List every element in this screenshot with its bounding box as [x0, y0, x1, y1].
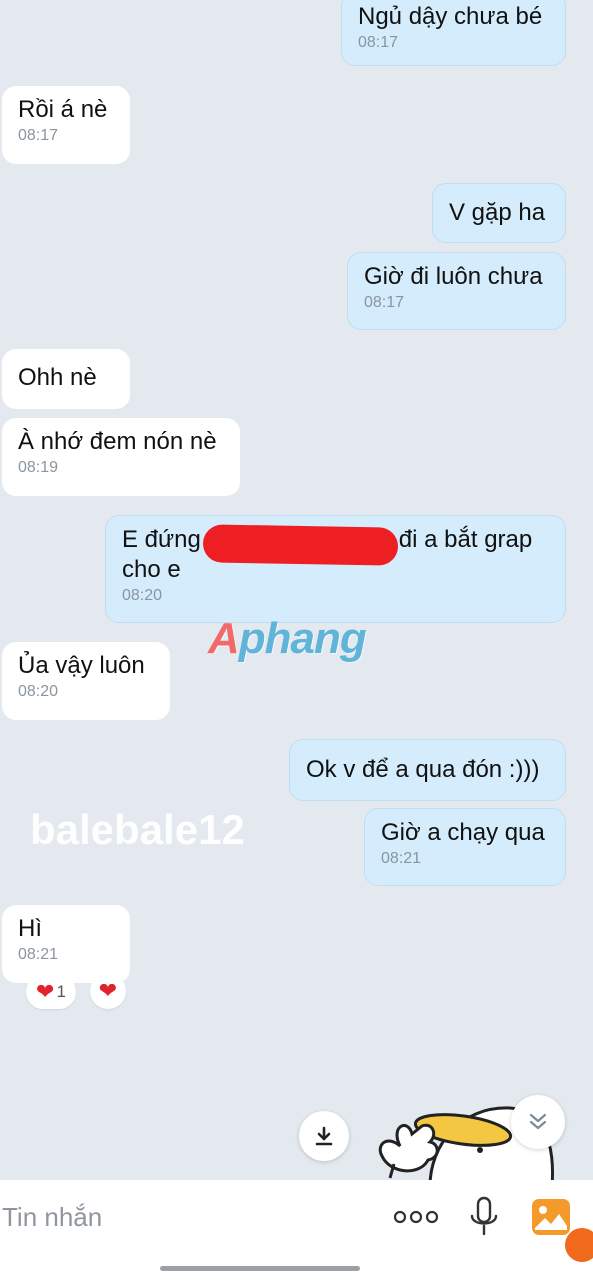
heart-icon: ❤: [98, 978, 118, 1003]
reaction-count: 1: [56, 982, 66, 1001]
message-bubble-incoming[interactable]: Ohh nè: [2, 349, 130, 409]
chevron-down-double-icon: [529, 1113, 547, 1130]
message-bubble-outgoing[interactable]: V gặp ha: [432, 183, 566, 243]
message-text-before: E đứng: [122, 526, 201, 553]
add-reaction-button[interactable]: ❤: [90, 973, 126, 1009]
download-icon: [315, 1126, 333, 1146]
microphone-icon[interactable]: [468, 1196, 500, 1238]
message-time: 08:19: [18, 459, 59, 476]
floating-badge: [565, 1228, 593, 1262]
message-time: 08:17: [358, 34, 399, 51]
message-bubble-incoming[interactable]: Ủa vậy luôn 08:20: [2, 642, 170, 720]
more-dots-icon[interactable]: [392, 1208, 440, 1226]
message-text: À nhớ đem nón nè: [18, 428, 217, 455]
watermark-username: balebale12: [30, 806, 245, 853]
message-bubble-outgoing[interactable]: Giờ đi luôn chưa 08:17: [347, 252, 566, 330]
download-button[interactable]: [299, 1111, 349, 1161]
message-bubble-outgoing[interactable]: Giờ a chạy qua 08:21: [364, 808, 566, 886]
message-bubble-incoming[interactable]: Rồi á nè 08:17: [2, 86, 130, 164]
message-text: Rồi á nè: [18, 96, 108, 123]
watermark-logo-first: A: [208, 614, 240, 663]
watermark-logo: Aphang: [208, 614, 367, 664]
message-bubble-incoming[interactable]: À nhớ đem nón nè 08:19: [2, 418, 240, 496]
message-time: 08:20: [18, 683, 59, 700]
message-text: Giờ a chạy qua: [381, 819, 545, 846]
message-time: 08:21: [18, 946, 59, 963]
message-text: V gặp ha: [449, 199, 546, 226]
message-text: Giờ đi luôn chưa: [364, 263, 543, 290]
scroll-to-bottom-button[interactable]: [511, 1095, 565, 1149]
message-text: Ok v để a qua đón :))): [306, 756, 540, 783]
redaction-mark: [202, 524, 399, 566]
message-input[interactable]: Tin nhắn: [2, 1202, 102, 1233]
message-time: 08:21: [381, 850, 422, 867]
message-text-after: đi a bắt grap: [398, 526, 533, 553]
reaction-summary[interactable]: ❤ 1: [26, 975, 76, 1009]
message-text: Ohh nè: [18, 364, 97, 391]
message-time: 08:20: [122, 587, 163, 604]
message-bubble-incoming[interactable]: Hì 08:21: [2, 905, 130, 983]
watermark-logo-rest: phang: [238, 614, 367, 663]
message-time: 08:17: [364, 294, 405, 311]
home-indicator: [160, 1266, 360, 1271]
message-bubble-outgoing[interactable]: Ngủ dậy chưa bé 08:17: [341, 0, 566, 66]
message-bubble-outgoing[interactable]: Ok v để a qua đón :))): [289, 739, 566, 801]
message-text: Hì: [18, 915, 42, 942]
image-icon[interactable]: [531, 1198, 571, 1236]
message-time: 08:17: [18, 127, 59, 144]
message-text: Ủa vậy luôn: [18, 652, 145, 679]
heart-icon: ❤: [36, 979, 55, 1004]
message-text: Ngủ dậy chưa bé: [358, 3, 543, 30]
